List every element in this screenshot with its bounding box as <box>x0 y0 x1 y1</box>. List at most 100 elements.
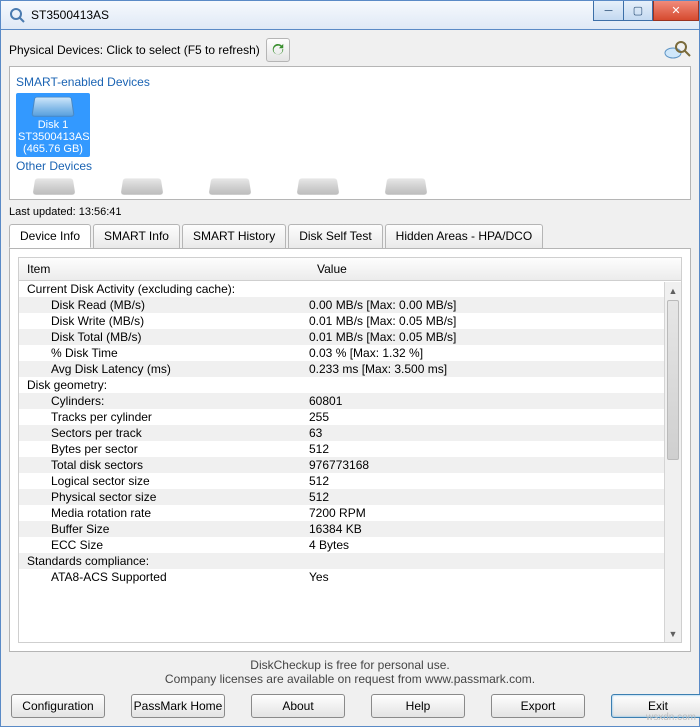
table-row[interactable]: Media rotation rate7200 RPM <box>19 505 681 521</box>
window-title: ST3500413AS <box>31 8 109 22</box>
cell-value: 976773168 <box>309 458 681 472</box>
scroll-up-icon[interactable]: ▲ <box>665 282 681 299</box>
cell-value: 4 Bytes <box>309 538 681 552</box>
device-panel: SMART-enabled Devices Disk 1 ST3500413AS… <box>9 66 691 200</box>
passmark-home-button[interactable]: PassMark Home <box>131 694 225 718</box>
other-device-icon[interactable] <box>121 178 164 194</box>
tab-disk-self-test[interactable]: Disk Self Test <box>288 224 382 248</box>
table-row[interactable]: ATA8-ACS SupportedYes <box>19 569 681 585</box>
cell-item: Disk geometry: <box>19 378 309 392</box>
table-row[interactable]: ECC Size4 Bytes <box>19 537 681 553</box>
cell-item: Buffer Size <box>19 522 309 536</box>
configuration-button[interactable]: Configuration <box>11 694 105 718</box>
table-row[interactable]: Cylinders:60801 <box>19 393 681 409</box>
tab-device-info[interactable]: Device Info <box>9 224 91 248</box>
cell-item: Bytes per sector <box>19 442 309 456</box>
refresh-icon <box>271 43 285 57</box>
col-item[interactable]: Item <box>19 258 309 280</box>
disk-capacity: (465.76 GB) <box>18 143 88 155</box>
tab-hidden-areas[interactable]: Hidden Areas - HPA/DCO <box>385 224 544 248</box>
cell-value: 7200 RPM <box>309 506 681 520</box>
other-device-icon[interactable] <box>33 178 76 194</box>
cell-value: 0.233 ms [Max: 3.500 ms] <box>309 362 681 376</box>
cell-item: ECC Size <box>19 538 309 552</box>
hdd-icon <box>31 97 74 117</box>
about-button[interactable]: About <box>251 694 345 718</box>
cell-item: Standards compliance: <box>19 554 309 568</box>
cell-value: 16384 KB <box>309 522 681 536</box>
cell-item: % Disk Time <box>19 346 309 360</box>
cell-item: Media rotation rate <box>19 506 309 520</box>
table-row[interactable]: Disk Total (MB/s)0.01 MB/s [Max: 0.05 MB… <box>19 329 681 345</box>
table-row[interactable]: Bytes per sector512 <box>19 441 681 457</box>
table-row[interactable]: % Disk Time0.03 % [Max: 1.32 %] <box>19 345 681 361</box>
cell-value: 60801 <box>309 394 681 408</box>
table-row[interactable]: Standards compliance: <box>19 553 681 569</box>
cell-item: Disk Total (MB/s) <box>19 330 309 344</box>
cell-item: Total disk sectors <box>19 458 309 472</box>
disk-model: ST3500413AS <box>18 131 88 143</box>
export-button[interactable]: Export <box>491 694 585 718</box>
cell-value: 0.01 MB/s [Max: 0.05 MB/s] <box>309 330 681 344</box>
disk-name: Disk 1 <box>18 119 88 131</box>
search-disk-icon[interactable] <box>663 39 691 61</box>
other-device-icon[interactable] <box>385 178 428 194</box>
table-row[interactable]: Total disk sectors976773168 <box>19 457 681 473</box>
cell-item: Physical sector size <box>19 490 309 504</box>
last-updated-label: Last updated: 13:56:41 <box>9 206 691 218</box>
footer-line1: DiskCheckup is free for personal use. <box>9 658 691 672</box>
physical-devices-label: Physical Devices: Click to select (F5 to… <box>9 43 260 57</box>
footer-text: DiskCheckup is free for personal use. Co… <box>9 658 691 686</box>
other-device-icon[interactable] <box>209 178 252 194</box>
cell-item: Sectors per track <box>19 426 309 440</box>
refresh-button[interactable] <box>266 38 290 62</box>
help-button[interactable]: Help <box>371 694 465 718</box>
col-value[interactable]: Value <box>309 258 681 280</box>
tab-smart-history[interactable]: SMART History <box>182 224 286 248</box>
app-icon <box>9 7 25 23</box>
maximize-button[interactable]: ▢ <box>623 1 653 21</box>
scroll-down-icon[interactable]: ▼ <box>665 625 681 642</box>
cell-value: Yes <box>309 570 681 584</box>
table-row[interactable]: Current Disk Activity (excluding cache): <box>19 281 681 297</box>
table-row[interactable]: Logical sector size512 <box>19 473 681 489</box>
tab-strip: Device Info SMART Info SMART History Dis… <box>9 224 691 249</box>
cell-value: 512 <box>309 442 681 456</box>
minimize-button[interactable]: ─ <box>593 1 623 21</box>
cell-value <box>309 554 681 568</box>
cell-value: 0.01 MB/s [Max: 0.05 MB/s] <box>309 314 681 328</box>
table-row[interactable]: Avg Disk Latency (ms)0.233 ms [Max: 3.50… <box>19 361 681 377</box>
cell-value: 0.00 MB/s [Max: 0.00 MB/s] <box>309 298 681 312</box>
watermark: wsxdn.com <box>646 712 696 723</box>
table-row[interactable]: Disk Write (MB/s)0.01 MB/s [Max: 0.05 MB… <box>19 313 681 329</box>
table-row[interactable]: Disk Read (MB/s)0.00 MB/s [Max: 0.00 MB/… <box>19 297 681 313</box>
table-header: Item Value <box>19 258 681 281</box>
table-row[interactable]: Physical sector size512 <box>19 489 681 505</box>
tab-smart-info[interactable]: SMART Info <box>93 224 180 248</box>
cell-item: Cylinders: <box>19 394 309 408</box>
cell-value: 512 <box>309 490 681 504</box>
table-row[interactable]: Disk geometry: <box>19 377 681 393</box>
cell-item: Logical sector size <box>19 474 309 488</box>
tab-body: Item Value Current Disk Activity (exclud… <box>9 248 691 652</box>
scroll-thumb[interactable] <box>667 300 679 460</box>
other-devices-header: Other Devices <box>16 159 684 173</box>
disk-item-selected[interactable]: Disk 1 ST3500413AS (465.76 GB) <box>16 93 90 157</box>
cell-value: 63 <box>309 426 681 440</box>
other-device-icon[interactable] <box>297 178 340 194</box>
cell-value: 512 <box>309 474 681 488</box>
table-row[interactable]: Sectors per track63 <box>19 425 681 441</box>
cell-item: Disk Write (MB/s) <box>19 314 309 328</box>
close-button[interactable]: ✕ <box>653 1 699 21</box>
device-info-table: Item Value Current Disk Activity (exclud… <box>18 257 682 643</box>
cell-item: Disk Read (MB/s) <box>19 298 309 312</box>
table-row[interactable]: Buffer Size16384 KB <box>19 521 681 537</box>
cell-value: 0.03 % [Max: 1.32 %] <box>309 346 681 360</box>
cell-item: ATA8-ACS Supported <box>19 570 309 584</box>
cell-item: Tracks per cylinder <box>19 410 309 424</box>
cell-value <box>309 378 681 392</box>
table-row[interactable]: Tracks per cylinder255 <box>19 409 681 425</box>
scrollbar[interactable]: ▲ ▼ <box>664 282 681 642</box>
cell-item: Avg Disk Latency (ms) <box>19 362 309 376</box>
cell-value <box>309 282 681 296</box>
